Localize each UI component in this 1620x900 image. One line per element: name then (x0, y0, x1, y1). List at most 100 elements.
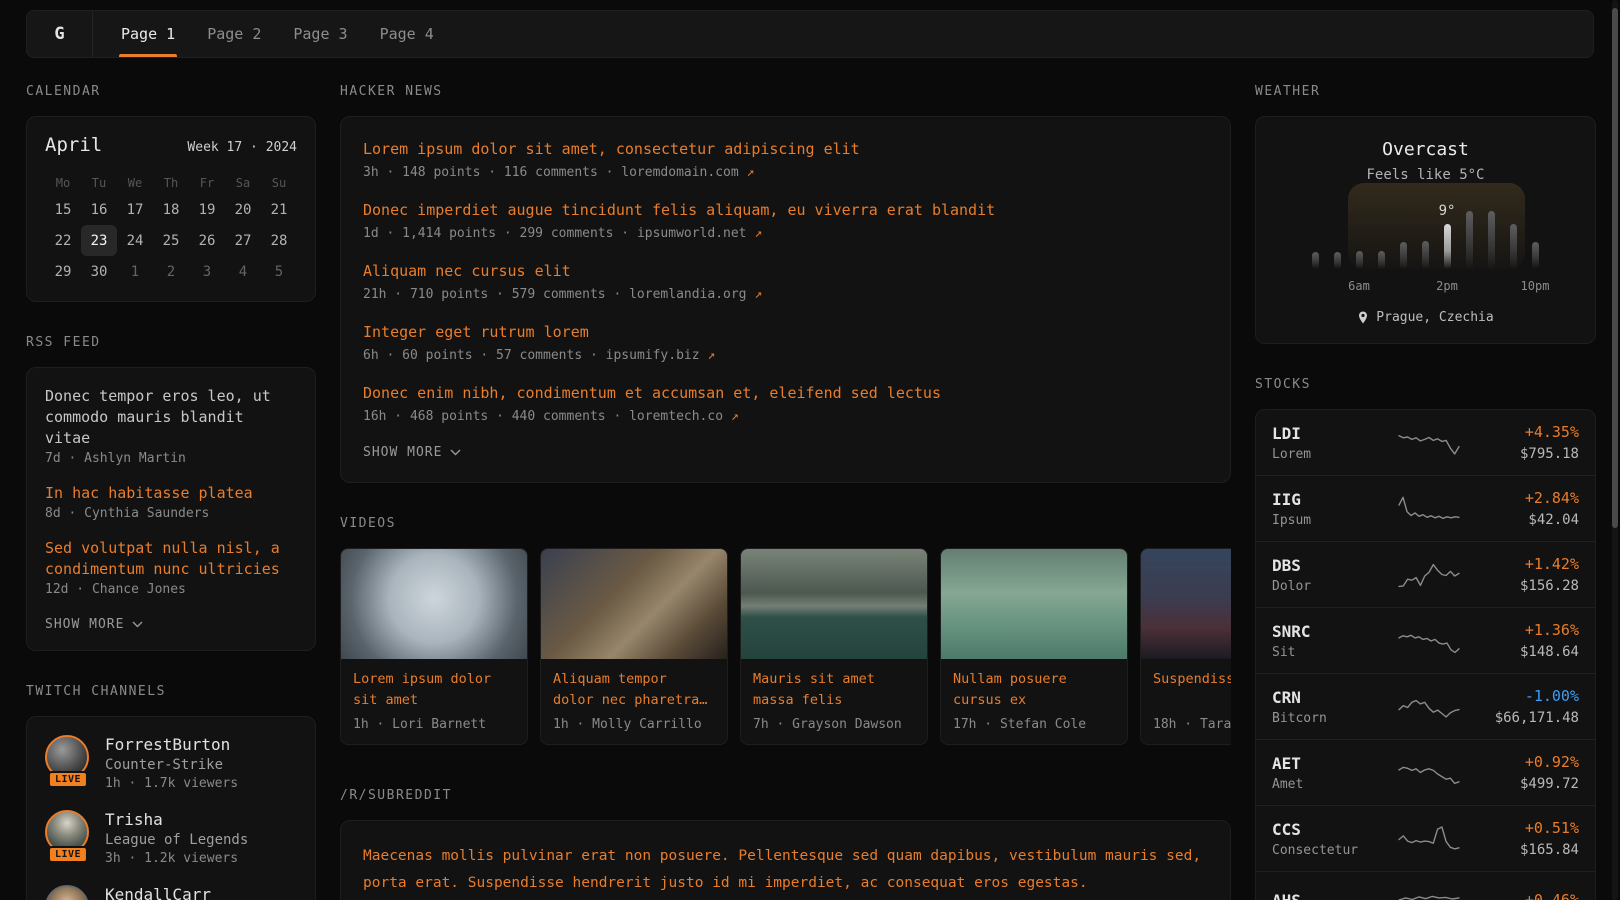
hn-item-title[interactable]: Lorem ipsum dolor sit amet, consectetur … (363, 138, 1208, 160)
calendar-day[interactable]: 16 (81, 194, 117, 225)
twitch-channel[interactable]: KendallCarr (45, 885, 297, 900)
subreddit-widget: Maecenas mollis pulvinar erat non posuer… (340, 820, 1231, 900)
calendar-day[interactable]: 1 (117, 256, 153, 287)
video-thumbnail (541, 549, 727, 659)
calendar-day[interactable]: 21 (261, 194, 297, 225)
rss-item[interactable]: Sed volutpat nulla nisl, a condimentum n… (45, 538, 297, 597)
hour-bar (1356, 251, 1363, 269)
stock-name: Ipsum (1272, 513, 1397, 528)
stock-symbol: CCS (1272, 820, 1397, 839)
hn-item-title[interactable]: Integer eget rutrum lorem (363, 321, 1208, 343)
calendar-day[interactable]: 30 (81, 256, 117, 287)
stock-symbol: AET (1272, 754, 1397, 773)
hackernews-list: Lorem ipsum dolor sit amet, consectetur … (363, 138, 1208, 427)
stock-sparkline (1397, 626, 1461, 656)
calendar-day[interactable]: 22 (45, 225, 81, 256)
hn-item-domain[interactable]: ipsumworld.net (637, 226, 754, 241)
reddit-item-title[interactable]: Maecenas mollis pulvinar erat non posuer… (363, 848, 1201, 891)
hn-item-domain[interactable]: loremtech.co (629, 409, 731, 424)
stock-values: -1.00% $66,171.48 (1461, 687, 1579, 726)
hn-item-domain[interactable]: loremlandia.org (629, 287, 754, 302)
hn-item-title[interactable]: Aliquam nec cursus elit (363, 260, 1208, 282)
calendar-day[interactable]: 28 (261, 225, 297, 256)
stock-identity: IIG Ipsum (1272, 490, 1397, 528)
rss-item-title: In hac habitasse platea (45, 483, 297, 504)
calendar-day[interactable]: 18 (153, 194, 189, 225)
tab-page-1[interactable]: Page 1 (119, 11, 177, 57)
video-card[interactable]: Nullam posuere cursus ex17h · Stefan Col… (940, 548, 1128, 745)
weather-condition: Overcast (1272, 139, 1579, 160)
rss-item[interactable]: Donec tempor eros leo, ut commodo mauris… (45, 386, 297, 466)
weather-bar (1378, 251, 1385, 269)
video-card[interactable]: Suspendisse diam18h · Tara (1140, 548, 1231, 745)
video-card[interactable]: Mauris sit amet massa felis7h · Grayson … (740, 548, 928, 745)
stock-list: LDILorem+4.35%$795.18IIGIpsum+2.84%$42.0… (1256, 410, 1595, 900)
calendar-week-label: Week 17 · 2024 (187, 140, 297, 155)
hour-bar (1400, 242, 1407, 269)
rss-show-more-button[interactable]: SHOW MORE (45, 617, 297, 632)
calendar-day[interactable]: 29 (45, 256, 81, 287)
calendar-day[interactable]: 2 (153, 256, 189, 287)
twitch-channel-info: ForrestBurtonCounter-Strike1h · 1.7k vie… (105, 735, 238, 791)
stock-symbol: IIG (1272, 490, 1397, 509)
weekday-label: Fr (189, 172, 225, 194)
tab-page-2[interactable]: Page 2 (205, 11, 263, 57)
calendar-day[interactable]: 27 (225, 225, 261, 256)
stock-change: -1.00% (1461, 687, 1579, 705)
rss-section-title: RSS FEED (26, 335, 316, 350)
calendar-day[interactable]: 5 (261, 256, 297, 287)
calendar-day[interactable]: 19 (189, 194, 225, 225)
stock-name: Sit (1272, 645, 1397, 660)
external-link-icon: ↗ (747, 165, 755, 180)
stock-row[interactable]: AETAmet+0.92%$499.72 (1256, 739, 1595, 805)
stock-row[interactable]: LDILorem+4.35%$795.18 (1256, 410, 1595, 475)
calendar-day[interactable]: 26 (189, 225, 225, 256)
video-card[interactable]: Aliquam tempor dolor nec pharetra…1h · M… (540, 548, 728, 745)
hour-bar (1510, 224, 1517, 269)
twitch-channel[interactable]: LIVEForrestBurtonCounter-Strike1h · 1.7k… (45, 735, 297, 791)
video-card[interactable]: Lorem ipsum dolor sit amet consectetu…1h… (340, 548, 528, 745)
calendar-day[interactable]: 24 (117, 225, 153, 256)
video-meta: 1h · Lori Barnett (341, 711, 527, 744)
calendar-day[interactable]: 20 (225, 194, 261, 225)
stock-price: $66,171.48 (1461, 710, 1579, 726)
stock-row[interactable]: DBSDolor+1.42%$156.28 (1256, 541, 1595, 607)
stock-row[interactable]: CRNBitcorn -1.00% $66,171.48 (1256, 673, 1595, 739)
weekday-label: Mo (45, 172, 81, 194)
calendar-day[interactable]: 3 (189, 256, 225, 287)
calendar-day[interactable]: 4 (225, 256, 261, 287)
tab-page-4[interactable]: Page 4 (378, 11, 436, 57)
stock-change: +1.42% (1461, 555, 1579, 573)
calendar-day[interactable]: 15 (45, 194, 81, 225)
sparkline-chart (1397, 626, 1461, 656)
twitch-channel[interactable]: LIVETrishaLeague of Legends3h · 1.2k vie… (45, 810, 297, 866)
calendar-day[interactable]: 25 (153, 225, 189, 256)
stock-row[interactable]: AHS+0.46% (1256, 871, 1595, 900)
stock-identity: CCS Consectetur (1272, 820, 1397, 858)
hn-item-domain[interactable]: loremdomain.com (621, 165, 746, 180)
scrollbar-thumb[interactable] (1612, 8, 1618, 528)
calendar-section-title: CALENDAR (26, 84, 316, 99)
stock-row[interactable]: CCSConsectetur+0.51%$165.84 (1256, 805, 1595, 871)
scrollbar-track[interactable] (1612, 0, 1618, 900)
stock-row[interactable]: SNRCSit+1.36%$148.64 (1256, 607, 1595, 673)
video-title: Mauris sit amet massa felis (741, 659, 927, 711)
app-logo[interactable]: G (27, 11, 93, 57)
stock-symbol: AHS (1272, 891, 1397, 900)
tab-page-3[interactable]: Page 3 (291, 11, 349, 57)
rss-item[interactable]: In hac habitasse platea8d · Cynthia Saun… (45, 483, 297, 521)
stock-name: Consectetur (1272, 843, 1397, 858)
rss-item-meta: 12d · Chance Jones (45, 582, 297, 597)
stock-row[interactable]: IIGIpsum+2.84%$42.04 (1256, 475, 1595, 541)
hn-item-domain[interactable]: ipsumify.biz (606, 348, 708, 363)
hn-item-title[interactable]: Donec enim nibh, condimentum et accumsan… (363, 382, 1208, 404)
sparkline-chart (1397, 428, 1461, 458)
calendar-day[interactable]: 17 (117, 194, 153, 225)
calendar-day[interactable]: 23 (81, 225, 117, 256)
hackernews-show-more-button[interactable]: SHOW MORE (363, 445, 1208, 460)
hn-item-title[interactable]: Donec imperdiet augue tincidunt felis al… (363, 199, 1208, 221)
external-link-icon: ↗ (731, 409, 739, 424)
hour-label: 2pm (1436, 279, 1458, 293)
current-hour-bar (1444, 224, 1451, 269)
stock-identity: CRNBitcorn (1272, 688, 1397, 726)
